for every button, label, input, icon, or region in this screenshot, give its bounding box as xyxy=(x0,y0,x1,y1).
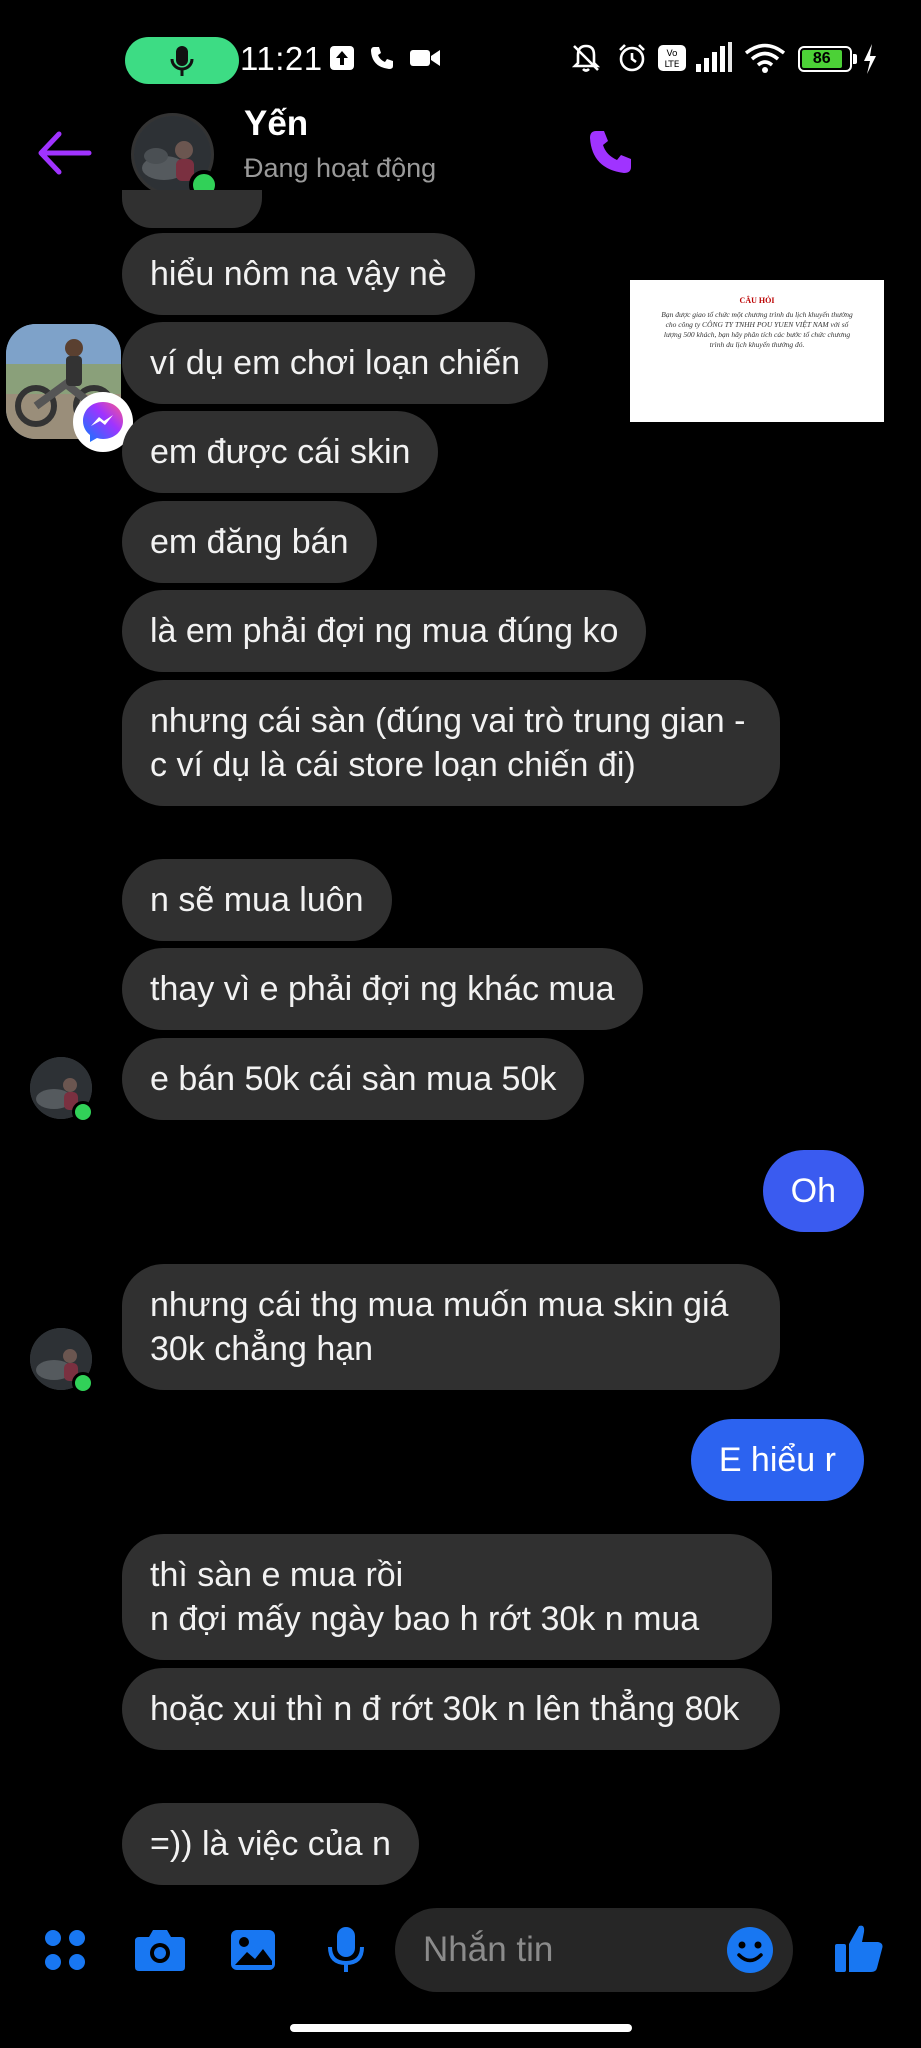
message-received[interactable]: n sẽ mua luôn xyxy=(122,859,392,941)
battery-tip xyxy=(853,54,857,64)
battery-level: 86 xyxy=(812,50,831,67)
contact-name[interactable]: Yến xyxy=(244,104,308,144)
message-received[interactable]: =)) là việc của n xyxy=(122,1803,419,1885)
message-received[interactable]: nhưng cái sàn (đúng vai trò trung gian -… xyxy=(122,680,780,806)
message-sent[interactable]: Oh xyxy=(762,1150,864,1232)
clock: 11:21 xyxy=(240,40,323,77)
phone-call-icon xyxy=(371,47,393,69)
emoji-icon[interactable] xyxy=(726,1926,774,1974)
gallery-icon[interactable] xyxy=(228,1925,278,1975)
like-thumbs-up-icon[interactable] xyxy=(832,1922,886,1976)
message-received[interactable]: thay vì e phải đợi ng khác mua xyxy=(122,948,643,1030)
mic-in-use-indicator[interactable] xyxy=(125,37,239,84)
mute-bell-icon xyxy=(571,44,601,72)
attachment-body: Bạn được giao tổ chức một chương trình d… xyxy=(661,310,853,349)
camera-icon[interactable] xyxy=(133,1925,187,1975)
alarm-icon xyxy=(619,44,645,72)
message-received[interactable]: thì sàn e mua rồi n đợi mấy ngày bao h r… xyxy=(122,1534,772,1660)
document-attachment-preview[interactable]: CÂU HỎI Bạn được giao tổ chức một chương… xyxy=(630,280,884,422)
message-received[interactable]: là em phải đợi ng mua đúng ko xyxy=(122,590,647,672)
wifi-icon xyxy=(744,43,786,73)
message-input-placeholder: Nhắn tin xyxy=(423,1930,554,1969)
message-received[interactable]: e bán 50k cái sàn mua 50k xyxy=(122,1038,585,1120)
upload-icon xyxy=(330,46,354,70)
svg-text:Vo: Vo xyxy=(667,49,678,59)
message-sent[interactable]: E hiểu r xyxy=(690,1419,864,1501)
message-received[interactable]: hoặc xui thì n đ rớt 30k n lên thẳng 80k xyxy=(122,1668,780,1750)
message-received[interactable]: nhưng cái thg mua muốn mua skin giá 30k … xyxy=(122,1264,780,1390)
back-arrow-icon[interactable] xyxy=(35,128,95,178)
contact-status: Đang hoạt động xyxy=(244,153,437,183)
message-received[interactable]: em đăng bán xyxy=(122,501,377,583)
video-call-icon xyxy=(410,50,440,66)
attachment-title: CÂU HỎI xyxy=(739,296,775,305)
battery-icon: 86 xyxy=(798,46,852,72)
status-bar: 11:21 Vo LTE 86 xyxy=(0,0,921,120)
home-indicator[interactable] xyxy=(290,2024,632,2032)
voice-call-icon[interactable] xyxy=(586,127,636,177)
svg-text:LTE: LTE xyxy=(665,60,680,70)
mic-icon xyxy=(170,45,194,76)
online-indicator xyxy=(72,1101,94,1123)
message-received[interactable]: ví dụ em chơi loạn chiến xyxy=(122,322,549,404)
menu-dots-icon[interactable] xyxy=(40,1925,90,1975)
messenger-icon xyxy=(83,402,123,442)
online-indicator xyxy=(72,1372,94,1394)
cut-off-bubble xyxy=(122,190,262,228)
charging-bolt-icon xyxy=(864,44,876,74)
message-received[interactable]: hiểu nôm na vậy nè xyxy=(122,233,475,315)
microphone-icon[interactable] xyxy=(321,1925,371,1975)
signal-icon xyxy=(696,42,732,72)
volte-icon: Vo LTE xyxy=(658,45,686,71)
message-received[interactable]: em được cái skin xyxy=(122,411,439,493)
